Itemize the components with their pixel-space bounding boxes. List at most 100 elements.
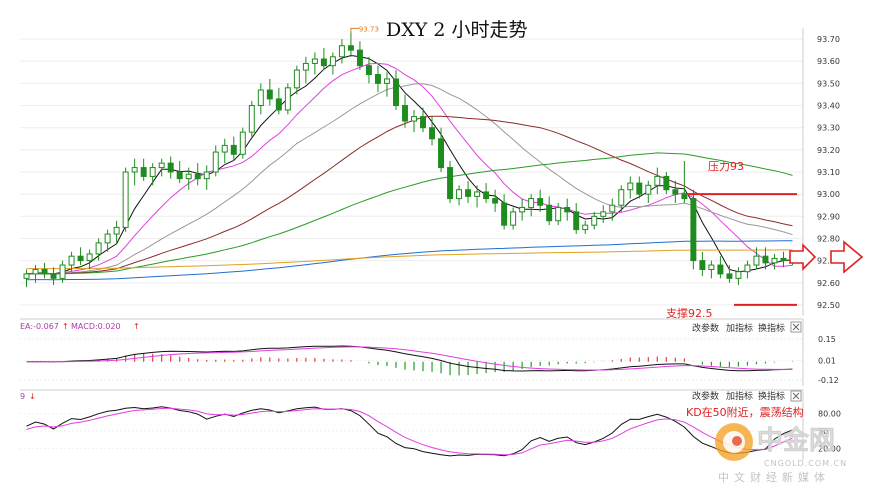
kdj-annotation: KD在50附近，震荡结构 bbox=[686, 405, 804, 419]
candle-body bbox=[248, 105, 255, 133]
candle-body bbox=[275, 98, 282, 111]
y-tick-label: 92.90 bbox=[817, 212, 840, 221]
candle-body bbox=[762, 255, 769, 264]
macd-dea-line bbox=[26, 346, 793, 371]
candle-body bbox=[383, 78, 390, 84]
macd-grid bbox=[20, 338, 803, 381]
candle-body bbox=[230, 144, 237, 155]
y-tick-label: 92.60 bbox=[817, 279, 840, 288]
chart-canvas: 93.70 93.60 93.50 93.40 93.30 93.20 93.10 93.00… bbox=[20, 19, 864, 484]
candle-body bbox=[329, 56, 336, 67]
candle-body bbox=[717, 264, 724, 275]
macd-add-indicator-button[interactable]: 加指标 bbox=[726, 322, 753, 334]
kdj-edit-params-button[interactable]: 改参数 bbox=[692, 390, 719, 402]
kdj-close-button[interactable] bbox=[790, 390, 802, 402]
macd-close-button[interactable] bbox=[790, 321, 802, 333]
macd-ema-arrow: ↑ bbox=[62, 322, 69, 331]
candle-body bbox=[420, 116, 426, 129]
kdj-switch-indicator-button[interactable]: 换指标 bbox=[758, 390, 785, 402]
candle-body bbox=[104, 233, 111, 244]
candle-body bbox=[167, 162, 174, 173]
candle-body bbox=[681, 193, 688, 200]
candle-body bbox=[510, 211, 517, 226]
candle-body bbox=[293, 69, 300, 89]
macd-tick-label: 0.15 bbox=[818, 335, 836, 344]
y-tick-label: 93.30 bbox=[817, 124, 840, 133]
watermark-tagline: 中文财经新媒体 bbox=[718, 470, 830, 484]
chart-title: DXY 2 小时走势 bbox=[386, 19, 527, 41]
candle-body bbox=[528, 198, 535, 208]
candle-body bbox=[131, 167, 138, 173]
candle-body bbox=[708, 264, 715, 270]
macd-tick-label: 0.01 bbox=[818, 356, 836, 365]
candle-body bbox=[158, 162, 165, 169]
y-tick-label: 93.70 bbox=[817, 35, 840, 44]
candle-body bbox=[555, 206, 562, 222]
candle-body bbox=[591, 215, 598, 226]
candle-body bbox=[212, 151, 219, 173]
macd-dif-line bbox=[26, 345, 793, 372]
candle-body bbox=[194, 173, 201, 180]
support-label: 支撑92.5 bbox=[666, 306, 713, 320]
candle-body bbox=[654, 175, 661, 186]
watermark-brand: 中金网 bbox=[757, 425, 835, 456]
candle-body bbox=[447, 167, 454, 200]
macd-switch-indicator-button[interactable]: 换指标 bbox=[758, 322, 785, 334]
candle-body bbox=[122, 171, 129, 228]
candle-body bbox=[465, 189, 472, 197]
candle-body bbox=[474, 191, 481, 197]
candle-body bbox=[23, 273, 30, 279]
candle-body bbox=[456, 189, 463, 200]
candle-body bbox=[564, 206, 571, 213]
y-tick-label: 93.50 bbox=[817, 79, 840, 88]
y-tick-label: 93.60 bbox=[817, 57, 840, 66]
candle-body bbox=[411, 116, 417, 122]
candle-body bbox=[32, 268, 39, 275]
candle-body bbox=[609, 204, 616, 213]
candle bbox=[239, 127, 246, 159]
y-tick-label: 93.10 bbox=[817, 168, 840, 177]
macd-panel: 0.15 0.01 -0.12 EA:-0.067 ↑ MACD:0.020 ↑ 改… bbox=[20, 318, 839, 386]
y-tick-label: 92.50 bbox=[817, 301, 840, 310]
candle-body bbox=[690, 198, 697, 262]
candle-body bbox=[753, 255, 760, 266]
macd-value: MACD:0.020 bbox=[71, 322, 121, 331]
candle-body bbox=[176, 171, 183, 180]
candle-body bbox=[149, 167, 156, 177]
candle-body bbox=[546, 204, 553, 222]
candle-body bbox=[95, 242, 102, 255]
candle-body bbox=[645, 184, 652, 195]
candle-body bbox=[356, 49, 363, 67]
candle-body bbox=[41, 268, 48, 275]
macd-ema-value: EA:-0.067 bbox=[20, 322, 59, 331]
candle-body bbox=[438, 138, 445, 169]
candle-body bbox=[257, 89, 264, 107]
candle bbox=[122, 167, 129, 232]
y-tick-label: 92.80 bbox=[817, 234, 840, 243]
main-y-axis-ticks: 93.70 93.60 93.50 93.40 93.30 93.20 93.10 93.00… bbox=[817, 35, 840, 310]
candle bbox=[248, 101, 255, 137]
candle-body bbox=[203, 171, 210, 180]
macd-edit-params-button[interactable]: 改参数 bbox=[692, 322, 719, 334]
candle-body bbox=[140, 167, 147, 177]
y-tick-label: 93.20 bbox=[817, 146, 840, 155]
candle-body bbox=[284, 87, 291, 111]
candle-body bbox=[347, 45, 354, 51]
high-price-label: 93.73 bbox=[359, 25, 379, 33]
watermark: 中金网 CNGOLD.COM.CN 中文财经新媒体 bbox=[715, 423, 846, 484]
candle-body bbox=[86, 253, 93, 262]
candle-body bbox=[618, 189, 625, 206]
logo-icon-core bbox=[732, 436, 742, 446]
candle-body bbox=[221, 144, 228, 153]
candle-body bbox=[113, 226, 120, 235]
candle-body bbox=[402, 105, 408, 122]
resistance-label: 压力93 bbox=[708, 160, 744, 173]
candle-body bbox=[663, 175, 670, 191]
candle-body bbox=[320, 58, 327, 67]
candle-body bbox=[77, 255, 84, 262]
candle-body bbox=[393, 78, 399, 107]
kdj-add-indicator-button[interactable]: 加指标 bbox=[726, 390, 753, 402]
candle bbox=[690, 189, 697, 270]
candle-body bbox=[780, 257, 787, 262]
candle-body bbox=[185, 173, 192, 180]
